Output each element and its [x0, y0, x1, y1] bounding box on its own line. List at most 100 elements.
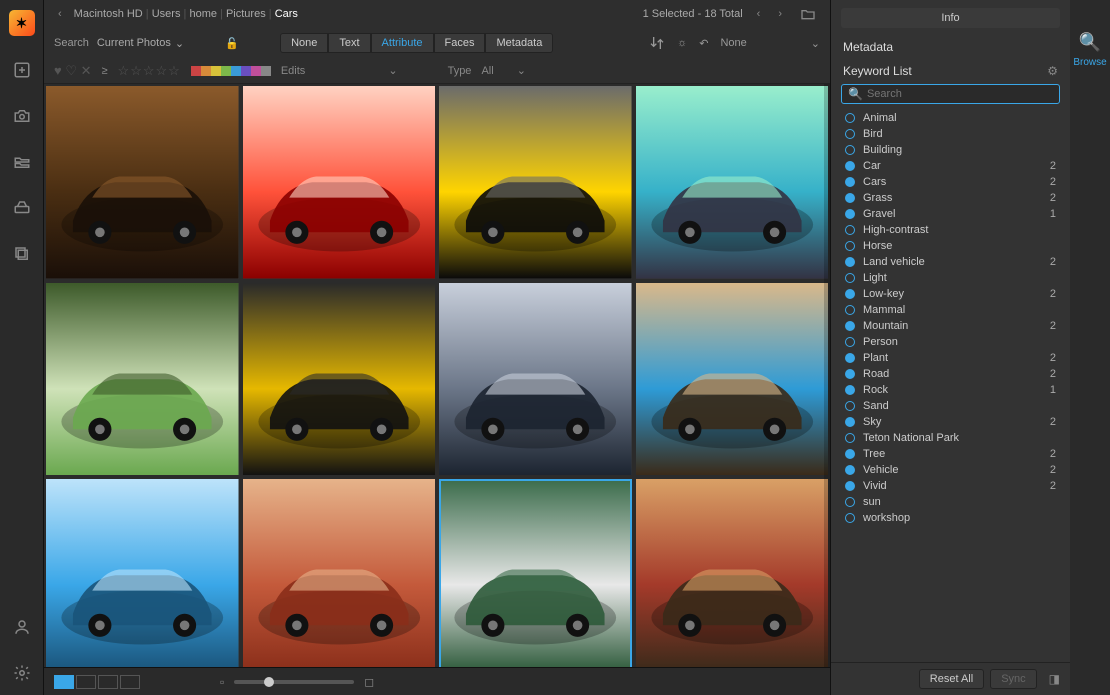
keyword-label: Vehicle	[863, 464, 898, 476]
sync-button[interactable]: Sync	[990, 669, 1036, 689]
color-labels[interactable]	[191, 66, 271, 76]
thumbnail[interactable]	[439, 86, 632, 279]
compare-icon[interactable]: ≥	[102, 65, 108, 77]
keyword-dot-icon	[845, 129, 855, 139]
folder-icon[interactable]	[796, 2, 820, 26]
keyword-dot-icon	[845, 353, 855, 363]
thumbnail[interactable]	[243, 86, 436, 279]
keyword-row[interactable]: Gravel1	[841, 206, 1060, 222]
keyword-row[interactable]: Low-key2	[841, 286, 1060, 302]
breadcrumb-item[interactable]: Macintosh HD	[74, 8, 143, 20]
keyword-row[interactable]: workshop	[841, 510, 1060, 526]
keyword-row[interactable]: Bird	[841, 126, 1060, 142]
keyword-label: Sand	[863, 400, 889, 412]
info-tab-button[interactable]: Info	[841, 8, 1060, 28]
next-button[interactable]: ›	[774, 8, 786, 20]
keyword-row[interactable]: Cars2	[841, 174, 1060, 190]
keyword-row[interactable]: Grass2	[841, 190, 1060, 206]
thumbnail[interactable]	[636, 86, 829, 279]
keyword-row[interactable]: Vivid2	[841, 478, 1060, 494]
keyword-row[interactable]: High-contrast	[841, 222, 1060, 238]
keyword-row[interactable]: Tree2	[841, 446, 1060, 462]
edits-dropdown[interactable]: Edits ⌄	[281, 64, 398, 77]
zoom-in-icon[interactable]: ◻	[364, 675, 374, 689]
keyword-row[interactable]: Road2	[841, 366, 1060, 382]
keyword-row[interactable]: Rock1	[841, 382, 1060, 398]
filter-pill-faces[interactable]: Faces	[434, 33, 486, 53]
browse-icon[interactable]: 🔍	[1079, 32, 1101, 53]
flag-icons[interactable]: ♥ ♡ ✕	[54, 63, 92, 79]
keyword-dot-icon	[845, 337, 855, 347]
metadata-section-title[interactable]: Metadata	[831, 34, 1070, 60]
breadcrumb-item[interactable]: Pictures	[226, 8, 266, 20]
keyword-row[interactable]: Person	[841, 334, 1060, 350]
filter-pill-none[interactable]: None	[280, 33, 328, 53]
keyword-count: 1	[1050, 208, 1056, 220]
keyword-search-input[interactable]	[867, 88, 1053, 100]
thumbnail[interactable]	[243, 283, 436, 476]
undo-icon[interactable]: ↶	[699, 37, 708, 50]
keyword-row[interactable]: Plant2	[841, 350, 1060, 366]
zoom-out-icon[interactable]: ▫	[220, 675, 224, 689]
sort-dropdown[interactable]: None ⌄	[720, 37, 820, 50]
keyword-row[interactable]: Sand	[841, 398, 1060, 414]
gear-icon[interactable]: ⚙	[1047, 64, 1058, 78]
keyword-search[interactable]: 🔍	[841, 84, 1060, 104]
thumbnail-size-slider[interactable]	[234, 680, 354, 684]
keyword-label: Car	[863, 160, 881, 172]
keyword-count: 2	[1050, 480, 1056, 492]
keyword-row[interactable]: Teton National Park	[841, 430, 1060, 446]
keyword-label: Mountain	[863, 320, 908, 332]
drive-icon[interactable]	[10, 196, 34, 220]
filter-pill-attribute[interactable]: Attribute	[371, 33, 434, 53]
prev-button[interactable]: ‹	[753, 8, 765, 20]
keyword-row[interactable]: Horse	[841, 238, 1060, 254]
keyword-row[interactable]: Building	[841, 142, 1060, 158]
rating-stars[interactable]: ☆☆☆☆☆	[118, 63, 181, 79]
keyword-dot-icon	[845, 497, 855, 507]
folder-tree-icon[interactable]	[10, 150, 34, 174]
keyword-row[interactable]: Sky2	[841, 414, 1060, 430]
keyword-row[interactable]: Animal	[841, 110, 1060, 126]
view-grid[interactable]	[54, 675, 74, 689]
thumbnail[interactable]	[46, 479, 239, 667]
keyword-row[interactable]: Mammal	[841, 302, 1060, 318]
user-icon[interactable]	[10, 615, 34, 639]
thumbnail[interactable]	[439, 283, 632, 476]
keyword-dot-icon	[845, 433, 855, 443]
keyword-row[interactable]: Mountain2	[841, 318, 1060, 334]
view-loupe[interactable]	[98, 675, 118, 689]
keyword-row[interactable]: sun	[841, 494, 1060, 510]
view-filmstrip[interactable]	[76, 675, 96, 689]
keyword-row[interactable]: Vehicle2	[841, 462, 1060, 478]
add-button[interactable]	[10, 58, 34, 82]
browse-label[interactable]: Browse	[1073, 57, 1106, 68]
thumbnail[interactable]	[636, 479, 829, 667]
panel-toggle-icon[interactable]: ◨	[1049, 672, 1060, 686]
thumbnail[interactable]	[46, 86, 239, 279]
search-scope-dropdown[interactable]: Current Photos ⌄	[97, 37, 184, 50]
type-dropdown[interactable]: All ⌄	[481, 64, 526, 77]
thumbnail[interactable]	[636, 283, 829, 476]
breadcrumb-item[interactable]: Users	[152, 8, 181, 20]
back-button[interactable]: ‹	[54, 8, 66, 20]
filter-pill-metadata[interactable]: Metadata	[485, 33, 553, 53]
filter-pill-text[interactable]: Text	[328, 33, 370, 53]
keyword-row[interactable]: Light	[841, 270, 1060, 286]
stacks-icon[interactable]	[10, 242, 34, 266]
thumbnail[interactable]	[439, 479, 632, 667]
thumbnail[interactable]	[46, 283, 239, 476]
keyword-label: Building	[863, 144, 902, 156]
settings-icon[interactable]	[10, 661, 34, 685]
view-compare[interactable]	[120, 675, 140, 689]
lock-icon[interactable]: 🔓	[220, 31, 244, 55]
sort-icon[interactable]	[649, 35, 665, 51]
thumbnail[interactable]	[243, 479, 436, 667]
keyword-row[interactable]: Land vehicle2	[841, 254, 1060, 270]
keyword-row[interactable]: Car2	[841, 158, 1060, 174]
breadcrumb-item[interactable]: home	[189, 8, 217, 20]
breadcrumb-item[interactable]: Cars	[275, 8, 298, 20]
brightness-icon[interactable]: ☼	[677, 37, 687, 49]
camera-icon[interactable]	[10, 104, 34, 128]
reset-all-button[interactable]: Reset All	[919, 669, 984, 689]
